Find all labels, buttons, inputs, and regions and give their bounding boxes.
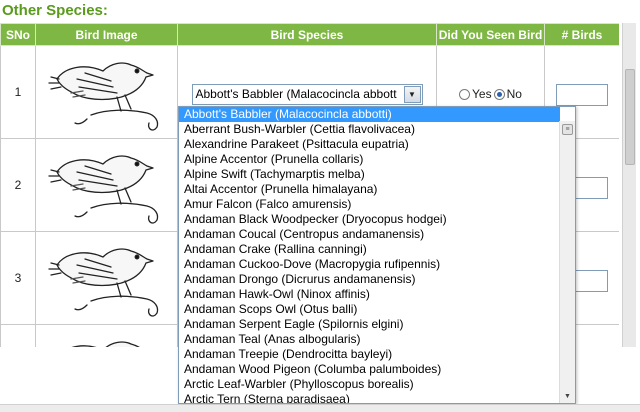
dropdown-option[interactable]: Alexandrine Parakeet (Psittacula eupatri… bbox=[179, 137, 560, 152]
bird-sketch-icon bbox=[47, 248, 158, 317]
radio-yes[interactable] bbox=[459, 88, 471, 100]
dropdown-scrollbar-thumb[interactable]: ≡ bbox=[562, 124, 573, 135]
dropdown-option[interactable]: Alpine Accentor (Prunella collaris) bbox=[179, 152, 560, 167]
bird-image-cell bbox=[35, 45, 178, 139]
col-header-sno: SNo bbox=[0, 23, 36, 46]
col-header-bird-count: # Birds bbox=[544, 23, 619, 46]
dropdown-option[interactable]: Arctic Leaf-Warbler (Phylloscopus boreal… bbox=[179, 377, 560, 392]
dropdown-option[interactable]: Abbott's Babbler (Malacocincla abbotti) bbox=[179, 107, 560, 122]
dropdown-option[interactable]: Andaman Black Woodpecker (Dryocopus hodg… bbox=[179, 212, 560, 227]
dropdown-option[interactable]: Amur Falcon (Falco amurensis) bbox=[179, 197, 560, 212]
dropdown-option[interactable]: Andaman Scops Owl (Otus balli) bbox=[179, 302, 560, 317]
dropdown-option[interactable]: Andaman Crake (Rallina canningi) bbox=[179, 242, 560, 257]
dropdown-option[interactable]: Aberrant Bush-Warbler (Cettia flavolivac… bbox=[179, 122, 560, 137]
bird-image-cell bbox=[35, 138, 178, 232]
page-scrollbar-thumb[interactable] bbox=[625, 69, 635, 165]
arrow-down-icon[interactable]: ▼ bbox=[561, 390, 574, 403]
dropdown-option[interactable]: Andaman Hawk-Owl (Ninox affinis) bbox=[179, 287, 560, 302]
dropdown-option[interactable]: Alpine Swift (Tachymarptis melba) bbox=[179, 167, 560, 182]
table-header-row: SNo Bird Image Bird Species Did You Seen… bbox=[0, 23, 619, 46]
radio-no-label: No bbox=[506, 87, 522, 102]
bird-image-cell bbox=[35, 231, 178, 325]
chevron-down-icon[interactable]: ▼ bbox=[403, 85, 421, 103]
row-number: 2 bbox=[0, 138, 36, 232]
section-title: Other Species: bbox=[2, 2, 108, 19]
dropdown-option[interactable]: Altai Accentor (Prunella himalayana) bbox=[179, 182, 560, 197]
species-dropdown-list[interactable]: Abbott's Babbler (Malacocincla abbotti) A… bbox=[178, 106, 576, 404]
col-header-bird-species: Bird Species bbox=[177, 23, 437, 46]
bird-sketch-icon bbox=[47, 155, 158, 224]
page-scrollbar[interactable] bbox=[622, 23, 636, 347]
radio-no[interactable] bbox=[493, 88, 505, 100]
bird-sketch-icon bbox=[47, 341, 158, 347]
dropdown-option[interactable]: Andaman Treepie (Dendrocitta bayleyi) bbox=[179, 347, 560, 362]
dropdown-option[interactable]: Andaman Teal (Anas albogularis) bbox=[179, 332, 560, 347]
seen-radio-group: Yes No bbox=[459, 87, 522, 101]
dropdown-option[interactable]: Andaman Coucal (Centropus andamanensis) bbox=[179, 227, 560, 242]
col-header-did-you-seen: Did You Seen Bird bbox=[436, 23, 545, 46]
species-select[interactable]: Abbott's Babbler (Malacocincla abbott ▼ bbox=[191, 83, 423, 105]
radio-yes-label: Yes bbox=[472, 87, 492, 102]
row-number: 1 bbox=[0, 45, 36, 139]
bird-count-input[interactable] bbox=[556, 84, 608, 106]
dropdown-option[interactable]: Andaman Drongo (Dicrurus andamanensis) bbox=[179, 272, 560, 287]
bottom-edge bbox=[0, 404, 640, 412]
row-number: 3 bbox=[0, 231, 36, 325]
row-number bbox=[0, 324, 36, 347]
dropdown-option[interactable]: Andaman Serpent Eagle (Spilornis elgini) bbox=[179, 317, 560, 332]
dropdown-option[interactable]: Andaman Cuckoo-Dove (Macropygia rufipenn… bbox=[179, 257, 560, 272]
bird-sketch-icon bbox=[47, 62, 158, 131]
dropdown-scrollbar[interactable]: ▲ ≡ ▼ bbox=[559, 121, 575, 403]
dropdown-option[interactable]: Andaman Wood Pigeon (Columba palumboides… bbox=[179, 362, 560, 377]
bird-image-cell bbox=[35, 324, 178, 347]
col-header-bird-image: Bird Image bbox=[35, 23, 178, 46]
dropdown-option[interactable]: Arctic Tern (Sterna paradisaea) bbox=[179, 392, 560, 403]
species-select-value: Abbott's Babbler (Malacocincla abbott bbox=[195, 87, 397, 101]
dropdown-options: Abbott's Babbler (Malacocincla abbotti) A… bbox=[179, 107, 560, 403]
